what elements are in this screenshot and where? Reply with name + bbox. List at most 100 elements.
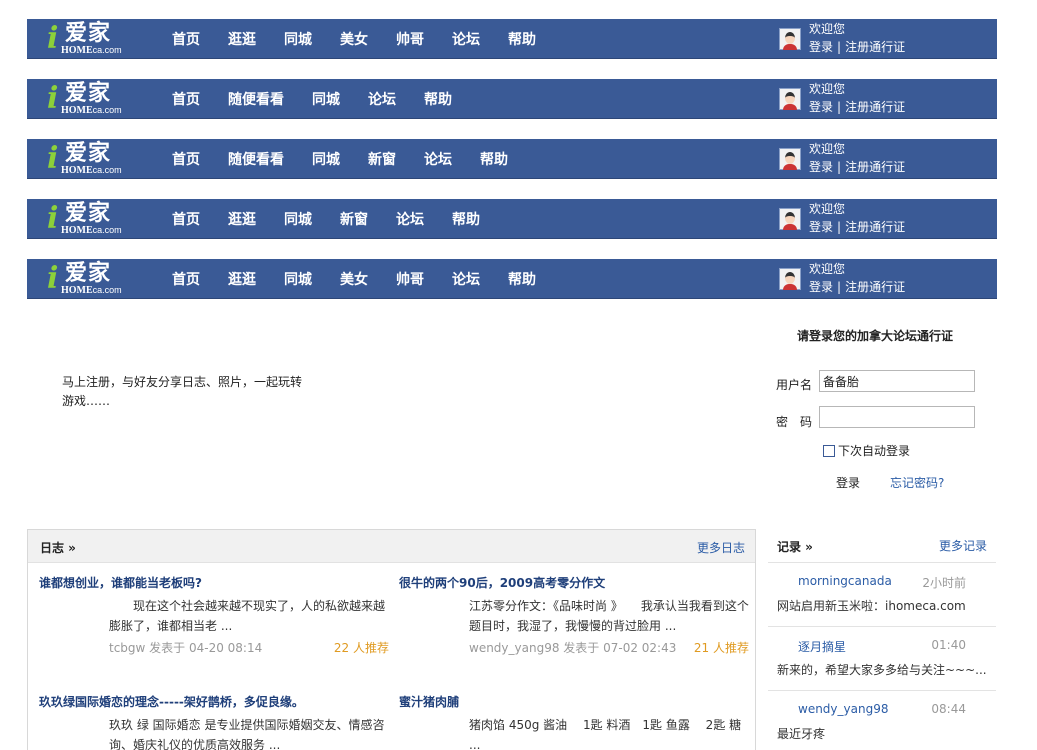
ihome-logo[interactable]: i 爱家 HOMEca.com	[43, 201, 143, 237]
record-content: 网站启用新玉米啦：ihomeca.com	[777, 599, 966, 613]
separator: |	[837, 220, 842, 234]
nav-menu: 首页 随便看看 同城 论坛 帮助	[172, 79, 480, 119]
nav-item-forum[interactable]: 论坛	[368, 89, 396, 109]
nav-item-beauties[interactable]: 美女	[340, 29, 368, 49]
record-time: 08:44	[931, 702, 966, 716]
nav-item-forum[interactable]: 论坛	[396, 209, 424, 229]
nav-item-help[interactable]: 帮助	[480, 149, 508, 169]
nav-item-browse[interactable]: 逛逛	[228, 29, 256, 49]
blog-post: 蜜汁猪肉脯 猪肉馅 450g 酱油 1匙 料酒 1匙 鱼露 2匙 糖 ...	[399, 693, 757, 750]
register-link[interactable]: 注册通行证	[845, 160, 905, 174]
nav-item-local[interactable]: 同城	[312, 89, 340, 109]
records-header: 记录 » 更多记录	[768, 529, 996, 562]
post-title[interactable]: 玖玖绿国际婚恋的理念-----架好鹊桥，多促良缘。	[39, 693, 389, 710]
nav-item-local[interactable]: 同城	[312, 149, 340, 169]
avatar[interactable]	[779, 208, 801, 230]
navbar-2: i 爱家 HOMEca.com 首页 随便看看 同城 论坛 帮助 欢迎您 登录 |…	[27, 79, 997, 119]
post-excerpt: 现在这个社会越来越不现实了，人的私欲越来越膨胀了，谁都相当老 ...	[109, 599, 386, 633]
username-label: 用户名	[776, 378, 813, 392]
logo-en-text: HOMEca.com	[61, 165, 122, 176]
nav-item-help[interactable]: 帮助	[508, 269, 536, 289]
nav-item-local[interactable]: 同城	[284, 269, 312, 289]
nav-item-forum[interactable]: 论坛	[424, 149, 452, 169]
ihome-logo[interactable]: i 爱家 HOMEca.com	[43, 81, 143, 117]
register-link[interactable]: 注册通行证	[845, 40, 905, 54]
login-link[interactable]: 登录	[809, 220, 833, 234]
nav-item-home[interactable]: 首页	[172, 269, 200, 289]
login-link[interactable]: 登录	[809, 40, 833, 54]
remember-checkbox[interactable]	[823, 445, 835, 457]
register-link[interactable]: 注册通行证	[845, 100, 905, 114]
blog-panel: 日志 » 更多日志 谁都想创业，谁都能当老板吗? 现在这个社会越来越不现实了，人…	[27, 529, 757, 750]
nav-item-browse-random[interactable]: 随便看看	[228, 89, 284, 109]
post-title[interactable]: 很牛的两个90后，2009高考零分作文	[399, 574, 749, 591]
recommend-count[interactable]: 21 人推荐	[694, 638, 749, 658]
ihome-logo[interactable]: i 爱家 HOMEca.com	[43, 22, 143, 57]
avatar[interactable]	[779, 88, 801, 110]
register-link[interactable]: 注册通行证	[845, 220, 905, 234]
login-link[interactable]: 登录	[809, 160, 833, 174]
separator: |	[837, 280, 842, 294]
nav-item-help[interactable]: 帮助	[508, 29, 536, 49]
nav-menu: 首页 逛逛 同城 美女 帅哥 论坛 帮助	[172, 259, 564, 299]
separator: |	[837, 100, 842, 114]
post-title[interactable]: 蜜汁猪肉脯	[399, 693, 749, 710]
blog-post: 谁都想创业，谁都能当老板吗? 现在这个社会越来越不现实了，人的私欲越来越膨胀了，…	[39, 574, 389, 684]
nav-item-handsome[interactable]: 帅哥	[396, 269, 424, 289]
nav-item-handsome[interactable]: 帅哥	[396, 29, 424, 49]
record-item: wendy_yang98 08:44 最近牙疼	[768, 690, 996, 750]
navbar-1: i 爱家 HOMEca.com 首页 逛逛 同城 美女 帅哥 论坛 帮助 欢迎您…	[27, 19, 997, 59]
nav-item-home[interactable]: 首页	[172, 29, 200, 49]
nav-item-help[interactable]: 帮助	[424, 89, 452, 109]
more-records-link[interactable]: 更多记录	[939, 537, 987, 554]
avatar[interactable]	[779, 28, 801, 50]
nav-item-forum[interactable]: 论坛	[452, 269, 480, 289]
login-link[interactable]: 登录	[809, 280, 833, 294]
logo-en-text: HOMEca.com	[61, 105, 122, 116]
logo-i: i	[47, 141, 59, 176]
record-user[interactable]: morningcanada	[798, 574, 892, 588]
nav-item-browse-random[interactable]: 随便看看	[228, 149, 284, 169]
nav-item-help[interactable]: 帮助	[452, 209, 480, 229]
blog-title: 日志 »	[40, 541, 76, 555]
separator: |	[837, 160, 842, 174]
logo-cn-text: 爱家	[65, 201, 112, 226]
ihome-logo[interactable]: i 爱家 HOMEca.com	[43, 141, 143, 177]
logo-cn-text: 爱家	[65, 261, 112, 286]
nav-item-home[interactable]: 首页	[172, 89, 200, 109]
record-user[interactable]: 逐月摘星	[798, 638, 846, 655]
logo-en-text: HOMEca.com	[61, 45, 122, 56]
forgot-password-link[interactable]: 忘记密码?	[890, 474, 944, 491]
remember-me[interactable]: 下次自动登录	[823, 442, 910, 459]
post-title[interactable]: 谁都想创业，谁都能当老板吗?	[39, 574, 389, 591]
welcome-text: 欢迎您	[809, 142, 846, 156]
nav-item-home[interactable]: 首页	[172, 209, 200, 229]
nav-item-new-window[interactable]: 新窗	[368, 149, 396, 169]
record-content: 最近牙疼	[777, 727, 826, 741]
nav-item-home[interactable]: 首页	[172, 149, 200, 169]
avatar[interactable]	[779, 268, 801, 290]
recommend-count[interactable]: 22 人推荐	[334, 638, 389, 658]
nav-item-browse[interactable]: 逛逛	[228, 209, 256, 229]
nav-item-browse[interactable]: 逛逛	[228, 269, 256, 289]
password-label: 密 码	[776, 415, 813, 429]
nav-item-forum[interactable]: 论坛	[452, 29, 480, 49]
welcome-text: 欢迎您	[809, 262, 846, 276]
register-link[interactable]: 注册通行证	[845, 280, 905, 294]
nav-item-new-window[interactable]: 新窗	[340, 209, 368, 229]
password-input[interactable]	[819, 406, 975, 428]
more-blogs-link[interactable]: 更多日志	[697, 539, 745, 556]
ihome-logo[interactable]: i 爱家 HOMEca.com	[43, 261, 143, 297]
nav-item-local[interactable]: 同城	[284, 29, 312, 49]
login-button[interactable]: 登录	[836, 474, 860, 491]
logo-i: i	[47, 81, 59, 116]
login-title: 请登录您的加拿大论坛通行证	[797, 329, 954, 343]
welcome-text: 欢迎您	[809, 82, 846, 96]
avatar[interactable]	[779, 148, 801, 170]
nav-item-beauties[interactable]: 美女	[340, 269, 368, 289]
post-meta: wendy_yang98 发表于 07-02 02:43 21 人推荐	[469, 638, 749, 658]
record-user[interactable]: wendy_yang98	[798, 702, 888, 716]
username-input[interactable]	[819, 370, 975, 392]
nav-item-local[interactable]: 同城	[284, 209, 312, 229]
login-link[interactable]: 登录	[809, 100, 833, 114]
